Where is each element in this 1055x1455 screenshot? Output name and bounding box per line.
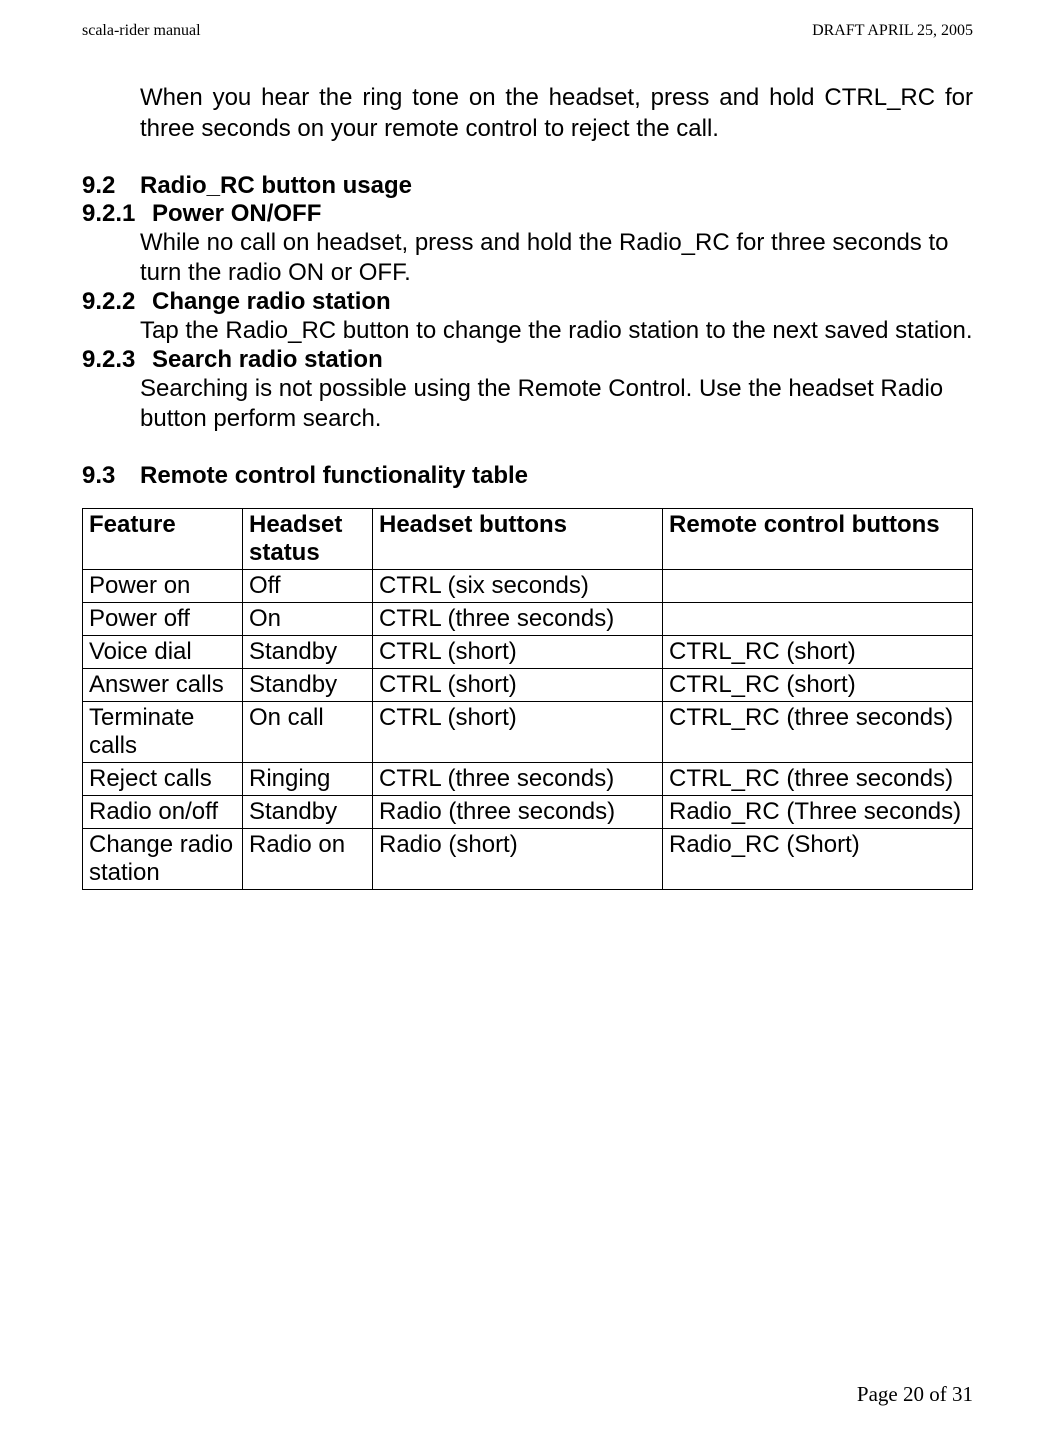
th-status: Headset status (243, 509, 373, 570)
cell-feature: Reject calls (83, 763, 243, 796)
cell-feature: Answer calls (83, 669, 243, 702)
cell-hbtn: Radio (short) (373, 829, 663, 890)
section-number: 9.3 (82, 462, 140, 490)
cell-hbtn: CTRL (short) (373, 636, 663, 669)
cell-hbtn: CTRL (three seconds) (373, 603, 663, 636)
table-row: Radio on/off Standby Radio (three second… (83, 796, 973, 829)
table-row: Reject calls Ringing CTRL (three seconds… (83, 763, 973, 796)
content-area: When you hear the ring tone on the heads… (82, 82, 973, 890)
cell-feature: Change radio station (83, 829, 243, 890)
table-row: Terminate calls On call CTRL (short) CTR… (83, 702, 973, 763)
th-feature: Feature (83, 509, 243, 570)
cell-feature: Radio on/off (83, 796, 243, 829)
cell-status: Standby (243, 796, 373, 829)
cell-hbtn: CTRL (six seconds) (373, 570, 663, 603)
cell-rbtn: Radio_RC (Three seconds) (663, 796, 973, 829)
cell-hbtn: Radio (three seconds) (373, 796, 663, 829)
cell-status: Off (243, 570, 373, 603)
cell-feature: Power on (83, 570, 243, 603)
cell-rbtn: CTRL_RC (three seconds) (663, 763, 973, 796)
section-title: Radio_RC button usage (140, 172, 973, 200)
section-9-2-2-body: Tap the Radio_RC button to change the ra… (82, 316, 973, 346)
cell-status: On (243, 603, 373, 636)
section-number: 9.2.2 (82, 288, 152, 316)
cell-feature: Power off (83, 603, 243, 636)
cell-rbtn: CTRL_RC (short) (663, 669, 973, 702)
section-number: 9.2.3 (82, 346, 152, 374)
page-footer: Page 20 of 31 (857, 1382, 973, 1407)
cell-rbtn (663, 570, 973, 603)
section-title: Search radio station (152, 346, 973, 374)
table-row: Power on Off CTRL (six seconds) (83, 570, 973, 603)
cell-status: Standby (243, 669, 373, 702)
cell-status: On call (243, 702, 373, 763)
section-number: 9.2 (82, 172, 140, 200)
section-title: Change radio station (152, 288, 973, 316)
cell-rbtn: CTRL_RC (three seconds) (663, 702, 973, 763)
cell-hbtn: CTRL (three seconds) (373, 763, 663, 796)
section-title: Remote control functionality table (140, 462, 973, 490)
header-right: DRAFT APRIL 25, 2005 (812, 22, 973, 40)
section-9-2-3-body: Searching is not possible using the Remo… (82, 374, 973, 434)
section-9-2-1-body: While no call on headset, press and hold… (82, 228, 973, 288)
cell-feature: Terminate calls (83, 702, 243, 763)
section-9-2-2-heading: 9.2.2 Change radio station (82, 288, 973, 316)
section-9-3-heading: 9.3 Remote control functionality table (82, 462, 973, 490)
cell-rbtn: CTRL_RC (short) (663, 636, 973, 669)
section-9-2-1-heading: 9.2.1 Power ON/OFF (82, 200, 973, 228)
table-row: Change radio station Radio on Radio (sho… (83, 829, 973, 890)
table-header-row: Feature Headset status Headset buttons R… (83, 509, 973, 570)
cell-hbtn: CTRL (short) (373, 702, 663, 763)
cell-hbtn: CTRL (short) (373, 669, 663, 702)
cell-status: Radio on (243, 829, 373, 890)
th-rbtn: Remote control buttons (663, 509, 973, 570)
table-row: Voice dial Standby CTRL (short) CTRL_RC … (83, 636, 973, 669)
th-hbtn: Headset buttons (373, 509, 663, 570)
page: scala-rider manual DRAFT APRIL 25, 2005 … (0, 0, 1055, 1455)
table-row: Answer calls Standby CTRL (short) CTRL_R… (83, 669, 973, 702)
cell-feature: Voice dial (83, 636, 243, 669)
intro-paragraph: When you hear the ring tone on the heads… (82, 82, 973, 144)
section-number: 9.2.1 (82, 200, 152, 228)
cell-rbtn (663, 603, 973, 636)
cell-status: Standby (243, 636, 373, 669)
header-left: scala-rider manual (82, 22, 201, 40)
cell-rbtn: Radio_RC (Short) (663, 829, 973, 890)
cell-status: Ringing (243, 763, 373, 796)
functionality-table: Feature Headset status Headset buttons R… (82, 508, 973, 890)
section-9-2-3-heading: 9.2.3 Search radio station (82, 346, 973, 374)
section-title: Power ON/OFF (152, 200, 973, 228)
section-9-2-heading: 9.2 Radio_RC button usage (82, 172, 973, 200)
table-row: Power off On CTRL (three seconds) (83, 603, 973, 636)
